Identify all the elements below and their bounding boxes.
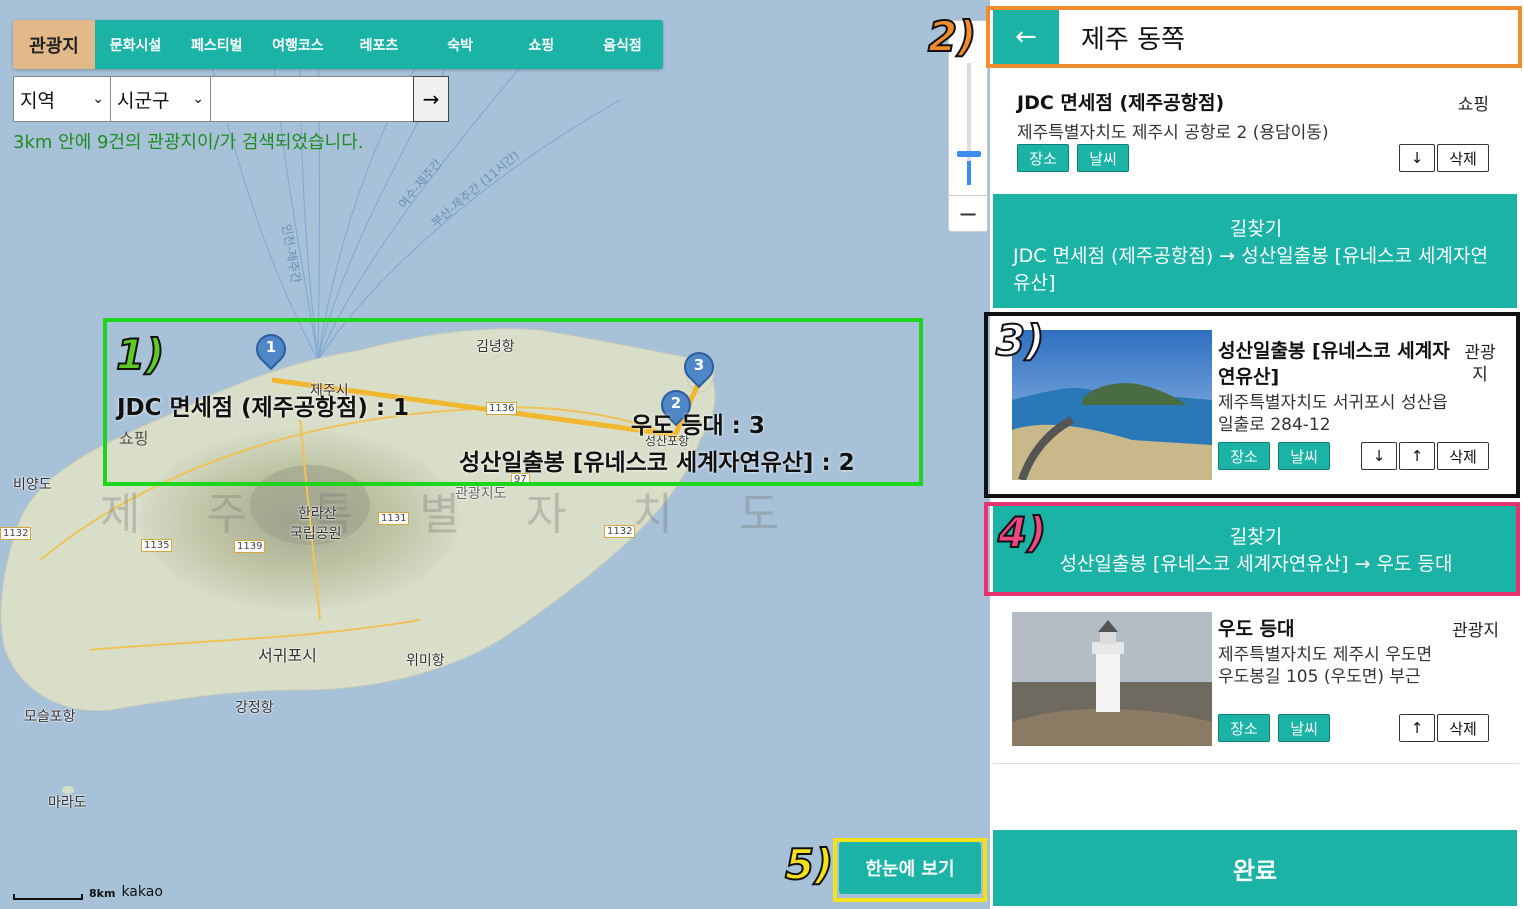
tab-lodging[interactable]: 숙박 bbox=[420, 20, 501, 69]
place-label: 비양도 bbox=[13, 477, 52, 493]
directions-title: 길찾기 bbox=[1229, 218, 1283, 240]
item-name: 우도 등대 bbox=[1218, 618, 1295, 640]
delete-button[interactable]: 삭제 bbox=[1437, 144, 1489, 172]
overview-button[interactable]: 한눈에 보기 bbox=[839, 842, 981, 894]
item-address: 제주특별자치도 제주시 공항로 2 (용담이동) bbox=[1017, 123, 1329, 143]
tab-shopping[interactable]: 쇼핑 bbox=[501, 20, 582, 69]
tab-travel-course[interactable]: 여행코스 bbox=[257, 20, 338, 69]
done-button[interactable]: 완료 bbox=[993, 830, 1517, 906]
scale-label: 8km bbox=[89, 887, 116, 900]
region-select[interactable]: 지역 ⌄ bbox=[13, 76, 111, 122]
road-number: 1132 bbox=[0, 527, 32, 540]
search-bar: 지역 ⌄ 시군구 ⌄ → bbox=[13, 76, 449, 122]
road-number: 1132 bbox=[604, 525, 636, 538]
item-photo bbox=[1012, 612, 1212, 762]
itinerary-item: 우도 등대 관광지 제주특별자치도 제주시 우도면 우도봉길 105 (우도면)… bbox=[993, 604, 1519, 764]
annotation-label-4: 4) bbox=[997, 507, 1047, 558]
tab-culture[interactable]: 문화시설 bbox=[95, 20, 176, 69]
directions-button[interactable]: 길찾기 JDC 면세점 (제주공항점) → 성산일출봉 [유네스코 세계자연유산… bbox=[993, 194, 1517, 308]
chevron-down-icon: ⌄ bbox=[192, 91, 204, 107]
place-label: 마라도 bbox=[48, 795, 87, 811]
annotation-box-2 bbox=[986, 6, 1522, 68]
move-up-button[interactable]: ↑ bbox=[1399, 714, 1435, 742]
zoom-level-fill bbox=[967, 161, 971, 185]
tab-tourist-spot[interactable]: 관광지 bbox=[13, 20, 95, 69]
place-label: 모슬포항 bbox=[24, 709, 76, 725]
road-number: 1139 bbox=[234, 540, 266, 553]
itinerary-panel: ← 제주 동쪽 2) JDC 면세점 (제주공항점) 쇼핑 제주특별자치도 제주… bbox=[927, 0, 1524, 909]
tab-leports[interactable]: 레포츠 bbox=[338, 20, 419, 69]
region-select-value: 지역 bbox=[20, 89, 55, 112]
scale-bar bbox=[13, 894, 83, 900]
zoom-out-button[interactable]: − bbox=[949, 195, 987, 231]
itinerary-item: JDC 면세점 (제주공항점) 쇼핑 제주특별자치도 제주시 공항로 2 (용담… bbox=[993, 86, 1519, 186]
weather-button[interactable]: 날씨 bbox=[1278, 714, 1331, 742]
road-number: 1131 bbox=[378, 512, 410, 525]
place-label: 서귀포시 bbox=[258, 646, 317, 665]
annotation-label-1: 1) bbox=[115, 329, 165, 380]
place-button[interactable]: 장소 bbox=[1218, 714, 1270, 742]
region-watermark: 제 주 특 별 자 치 도 bbox=[100, 489, 806, 540]
tab-festival[interactable]: 페스티벌 bbox=[176, 20, 257, 69]
item-name: JDC 면세점 (제주공항점) bbox=[1017, 92, 1225, 114]
map-view[interactable]: 인천-제주간 여수-제주간 부산-제주간 (11시간) 김녕항 제주시 비양도 … bbox=[0, 0, 990, 909]
road-number: 1135 bbox=[141, 539, 173, 552]
annotation-label-3: 3) bbox=[995, 315, 1045, 366]
map-provider-logo: kakao bbox=[121, 884, 163, 900]
place-button[interactable]: 장소 bbox=[1017, 144, 1069, 172]
place-label: 강정항 bbox=[235, 700, 274, 716]
annotation-box-3 bbox=[984, 312, 1520, 498]
move-down-button[interactable]: ↓ bbox=[1399, 144, 1435, 172]
district-select-value: 시군구 bbox=[117, 89, 170, 112]
annotation-box-1 bbox=[103, 318, 923, 486]
zoom-handle[interactable] bbox=[957, 151, 981, 157]
annotation-label-2: 2) bbox=[927, 11, 977, 62]
search-result-message: 3km 안에 9건의 관광지이/가 검색되었습니다. bbox=[13, 132, 364, 153]
udo-lighthouse-photo bbox=[1012, 612, 1212, 746]
category-tabs: 관광지 문화시설 페스티벌 여행코스 레포츠 숙박 쇼핑 음식점 bbox=[13, 20, 663, 69]
arrow-right-icon: → bbox=[422, 87, 440, 111]
search-button[interactable]: → bbox=[413, 76, 449, 122]
annotation-box-4 bbox=[984, 502, 1520, 596]
delete-button[interactable]: 삭제 bbox=[1437, 714, 1489, 742]
item-address: 제주특별자치도 제주시 우도면 우도봉길 105 (우도면) 부근 bbox=[1218, 645, 1433, 687]
tab-restaurant[interactable]: 음식점 bbox=[582, 20, 663, 69]
item-category: 쇼핑 bbox=[1457, 95, 1489, 115]
annotation-label-5: 5) bbox=[784, 839, 834, 890]
item-category: 관광지 bbox=[1452, 621, 1499, 641]
place-label: 위미항 bbox=[406, 653, 445, 669]
weather-button[interactable]: 날씨 bbox=[1077, 144, 1130, 172]
district-select[interactable]: 시군구 ⌄ bbox=[111, 76, 211, 122]
chevron-down-icon: ⌄ bbox=[92, 91, 104, 107]
search-input[interactable] bbox=[211, 76, 413, 122]
map-scale: 8km kakao bbox=[13, 884, 163, 900]
directions-desc: JDC 면세점 (제주공항점) → 성산일출봉 [유네스코 세계자연유산] bbox=[1013, 245, 1488, 294]
